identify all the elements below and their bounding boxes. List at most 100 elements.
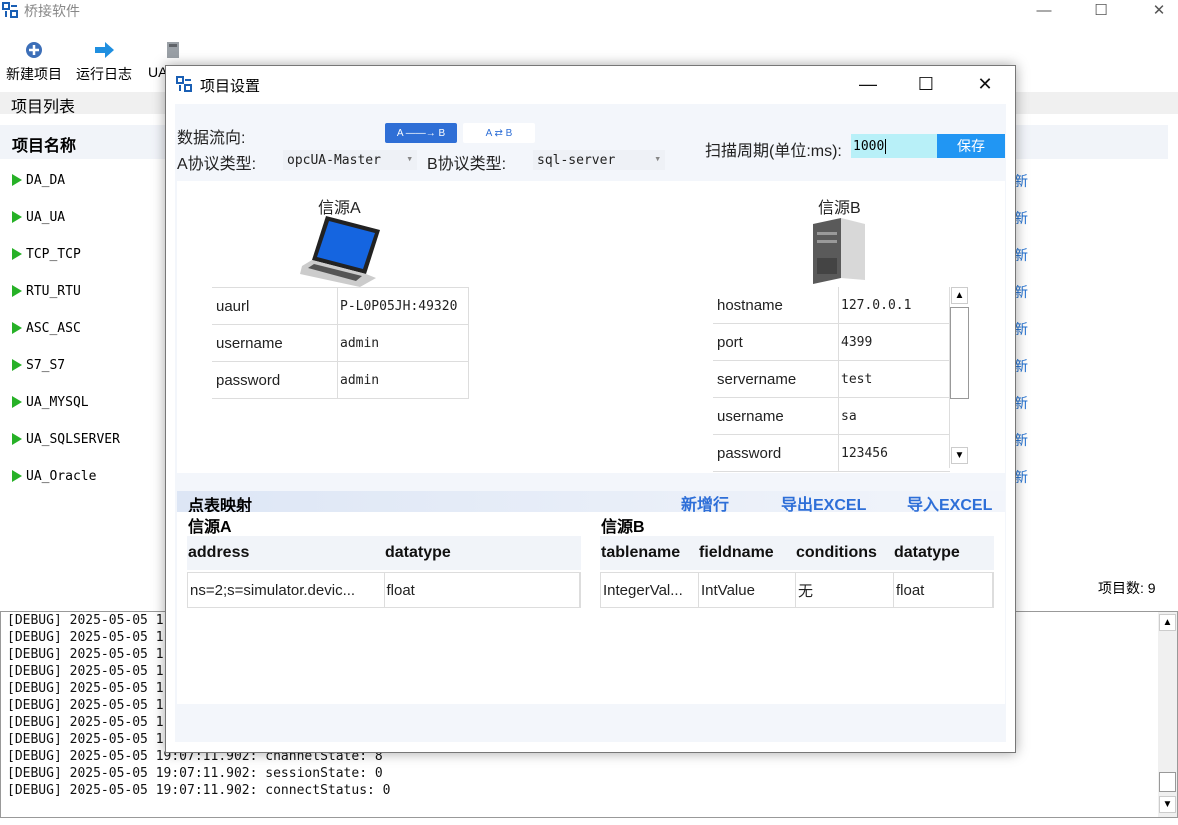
config-row: password 123456 [713, 435, 950, 472]
close-button[interactable]: ✕ [1136, 0, 1178, 20]
play-icon [12, 285, 22, 297]
log-line: [DEBUG] 2025-05-05 1 [7, 664, 164, 679]
a-protocol-label: A协议类型: [177, 156, 257, 173]
flow-a-to-b-button[interactable]: A ——→ B [385, 123, 457, 143]
grid-cell[interactable]: IntValue [699, 573, 796, 607]
dialog-logo-icon [176, 76, 192, 92]
chevron-down-icon: ▾ [406, 152, 413, 165]
grid-column-header[interactable]: fieldname [698, 544, 795, 562]
minimize-button[interactable]: — [1021, 0, 1067, 20]
grid-a-title: 信源A [188, 519, 232, 536]
grid-cell[interactable]: float [385, 573, 580, 607]
scroll-down-arrow-icon[interactable]: ▼ [951, 447, 968, 464]
play-icon [12, 359, 22, 371]
text-cursor [885, 138, 887, 154]
flow-bidirectional-button[interactable]: A ⇄ B [463, 123, 535, 143]
log-scrollbar[interactable]: ▲ ▼ [1158, 612, 1177, 817]
new-project-button[interactable]: 新建项目 [4, 38, 64, 86]
config-value[interactable]: sa [839, 398, 950, 434]
grid-cell[interactable]: float [894, 573, 993, 607]
grid-column-header[interactable]: datatype [384, 544, 580, 562]
project-row-action[interactable]: 新 [1014, 356, 1028, 376]
dialog-minimize-button[interactable]: — [839, 66, 897, 102]
b-protocol-select[interactable]: sql-server ▾ [533, 150, 665, 170]
b-protocol-label: B协议类型: [427, 156, 507, 173]
play-icon [12, 248, 22, 260]
project-list-title: 项目列表 [11, 99, 76, 116]
grid-cell[interactable]: ns=2;s=simulator.devic... [188, 573, 385, 607]
data-flow-label: 数据流向: [177, 130, 246, 147]
config-value[interactable]: 123456 [839, 435, 950, 471]
scroll-down-arrow-icon[interactable]: ▼ [1159, 796, 1176, 813]
dialog-maximize-button[interactable]: ☐ [897, 66, 955, 102]
log-line: [DEBUG] 2025-05-05 1 [7, 630, 164, 645]
grid-b: tablename fieldname conditions datatype Inte… [600, 536, 994, 608]
project-row-action[interactable]: 新 [1014, 208, 1028, 228]
grid-row[interactable]: ns=2;s=simulator.devic... float [187, 572, 581, 608]
grid-row[interactable]: IntegerVal... IntValue 无 float [600, 572, 994, 608]
config-value[interactable]: 4399 [839, 324, 950, 360]
source-b-table[interactable]: hostname 127.0.0.1 port 4399 servername test u… [713, 287, 950, 472]
grid-column-header[interactable]: datatype [893, 544, 992, 562]
grid-column-header[interactable]: address [187, 544, 384, 562]
dialog-close-button[interactable]: ✕ [956, 66, 1014, 102]
grid-cell[interactable]: 无 [796, 573, 894, 607]
project-row-action[interactable]: 新 [1014, 171, 1028, 191]
play-icon [12, 211, 22, 223]
project-list-item[interactable]: UA_SQLSERVER [12, 429, 120, 449]
play-icon [12, 396, 22, 408]
scroll-thumb[interactable] [950, 307, 969, 399]
log-line: [DEBUG] 2025-05-05 19:07:11.902: connect… [7, 783, 391, 798]
config-row: port 4399 [713, 324, 950, 361]
config-value[interactable]: admin [338, 325, 468, 361]
scroll-thumb[interactable] [1159, 772, 1176, 792]
project-row-action[interactable]: 新 [1014, 245, 1028, 265]
project-list-item[interactable]: DA_DA [12, 170, 65, 190]
save-button[interactable]: 保存 [937, 134, 1005, 158]
project-list-item[interactable]: UA_UA [12, 207, 65, 227]
mapping-toolbar [177, 491, 1005, 512]
run-log-label: 运行日志 [76, 66, 132, 82]
project-list-item[interactable]: UA_Oracle [12, 466, 96, 486]
project-row-action[interactable]: 新 [1014, 282, 1028, 302]
b-protocol-value: sql-server [537, 152, 616, 168]
config-value[interactable]: admin [338, 362, 468, 398]
grid-cell[interactable]: IntegerVal... [601, 573, 699, 607]
scroll-up-arrow-icon[interactable]: ▲ [951, 287, 968, 304]
config-key: port [713, 324, 839, 360]
project-row-action[interactable]: 新 [1014, 393, 1028, 413]
project-row-action[interactable]: 新 [1014, 430, 1028, 450]
config-value[interactable]: P-L0P05JH:49320 [338, 288, 468, 324]
maximize-button[interactable]: ☐ [1078, 0, 1124, 20]
dialog-title: 项目设置 [200, 78, 261, 95]
project-name: S7_S7 [26, 357, 66, 373]
arrow-right-icon [93, 38, 115, 62]
project-name: UA_SQLSERVER [26, 431, 120, 447]
project-list-item[interactable]: TCP_TCP [12, 244, 81, 264]
project-name: UA_MYSQL [26, 394, 89, 410]
config-value[interactable]: 127.0.0.1 [839, 287, 950, 323]
project-row-action[interactable]: 新 [1014, 319, 1028, 339]
main-titlebar [0, 0, 1178, 20]
play-icon [12, 433, 22, 445]
project-list-item[interactable]: UA_MYSQL [12, 392, 89, 412]
scroll-up-arrow-icon[interactable]: ▲ [1159, 614, 1176, 631]
config-row: hostname 127.0.0.1 [713, 287, 950, 324]
project-list-item[interactable]: RTU_RTU [12, 281, 81, 301]
a-protocol-select[interactable]: opcUA-Master ▾ [283, 150, 417, 170]
scan-period-input[interactable]: 1000 [851, 134, 937, 158]
config-key: hostname [713, 287, 839, 323]
project-list-item[interactable]: ASC_ASC [12, 318, 81, 338]
project-count: 项目数: 9 [1098, 580, 1156, 596]
log-line: [DEBUG] 2025-05-05 1 [7, 732, 164, 747]
project-name: DA_DA [26, 172, 66, 188]
run-log-button[interactable]: 运行日志 [73, 38, 135, 86]
project-list-item[interactable]: S7_S7 [12, 355, 65, 375]
grid-column-header[interactable]: conditions [795, 544, 893, 562]
server-icon [148, 38, 180, 62]
source-b-scrollbar[interactable]: ▲ ▼ [949, 287, 969, 468]
grid-b-title: 信源B [601, 519, 645, 536]
config-value[interactable]: test [839, 361, 950, 397]
grid-column-header[interactable]: tablename [600, 544, 698, 562]
project-row-action[interactable]: 新 [1014, 467, 1028, 487]
